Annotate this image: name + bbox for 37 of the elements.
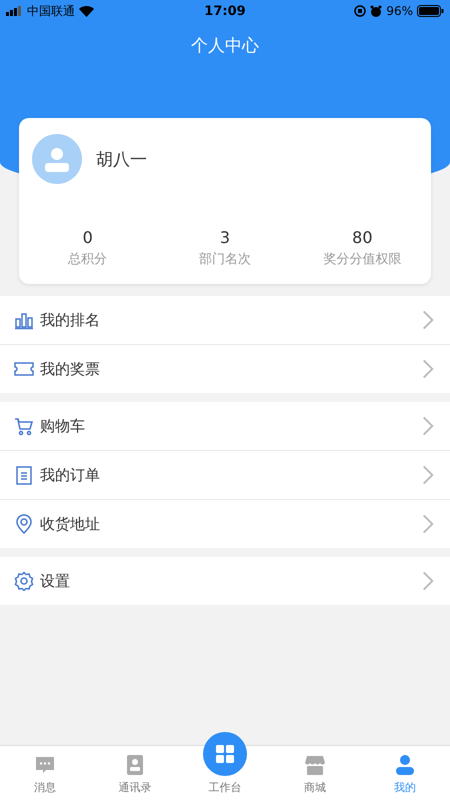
battery-percent: 96% — [386, 4, 413, 18]
status-time: 17:09 — [204, 4, 246, 18]
stat-value: 80 — [352, 228, 372, 247]
menu-item[interactable]: 收货地址 — [0, 500, 450, 548]
menu-item[interactable]: 购物车 — [0, 402, 450, 451]
signal-icon — [6, 6, 23, 16]
battery-icon — [416, 5, 444, 17]
cart-icon — [14, 416, 34, 436]
stat-label: 奖分分值权限 — [323, 251, 402, 268]
menu-item[interactable]: 设置 — [0, 557, 450, 605]
page-title: 个人中心 — [190, 35, 260, 57]
tab-item[interactable]: 通讯录 — [90, 746, 180, 800]
stat-value: 0 — [82, 228, 93, 247]
stat-label: 部门名次 — [198, 251, 251, 268]
menu-item[interactable]: 我的奖票 — [0, 345, 450, 393]
settings-icon — [14, 571, 34, 591]
user-icon — [394, 754, 416, 776]
document-icon — [14, 465, 34, 485]
tab-item[interactable]: 商城 — [270, 746, 360, 800]
center-button[interactable] — [203, 732, 247, 776]
contacts-icon — [124, 754, 146, 776]
tab-item[interactable]: 消息 — [0, 746, 90, 800]
user-name: 胡八一 — [96, 148, 147, 170]
rotation-lock-icon — [354, 5, 366, 17]
wifi-icon — [79, 6, 94, 16]
tab-item[interactable]: 工作台 — [180, 730, 270, 800]
location-pin-icon — [14, 514, 34, 534]
alarm-icon — [370, 5, 382, 17]
shop-icon — [304, 754, 326, 776]
menu-item[interactable]: 我的订单 — [0, 451, 450, 500]
grid-icon — [214, 743, 236, 765]
menu-item[interactable]: 我的排名 — [0, 296, 450, 345]
stat-label: 总积分 — [68, 251, 108, 268]
avatar-icon — [32, 134, 82, 184]
chat-icon — [34, 754, 56, 776]
carrier-name: 中国联通 — [27, 2, 75, 20]
stat-value: 3 — [220, 228, 230, 247]
